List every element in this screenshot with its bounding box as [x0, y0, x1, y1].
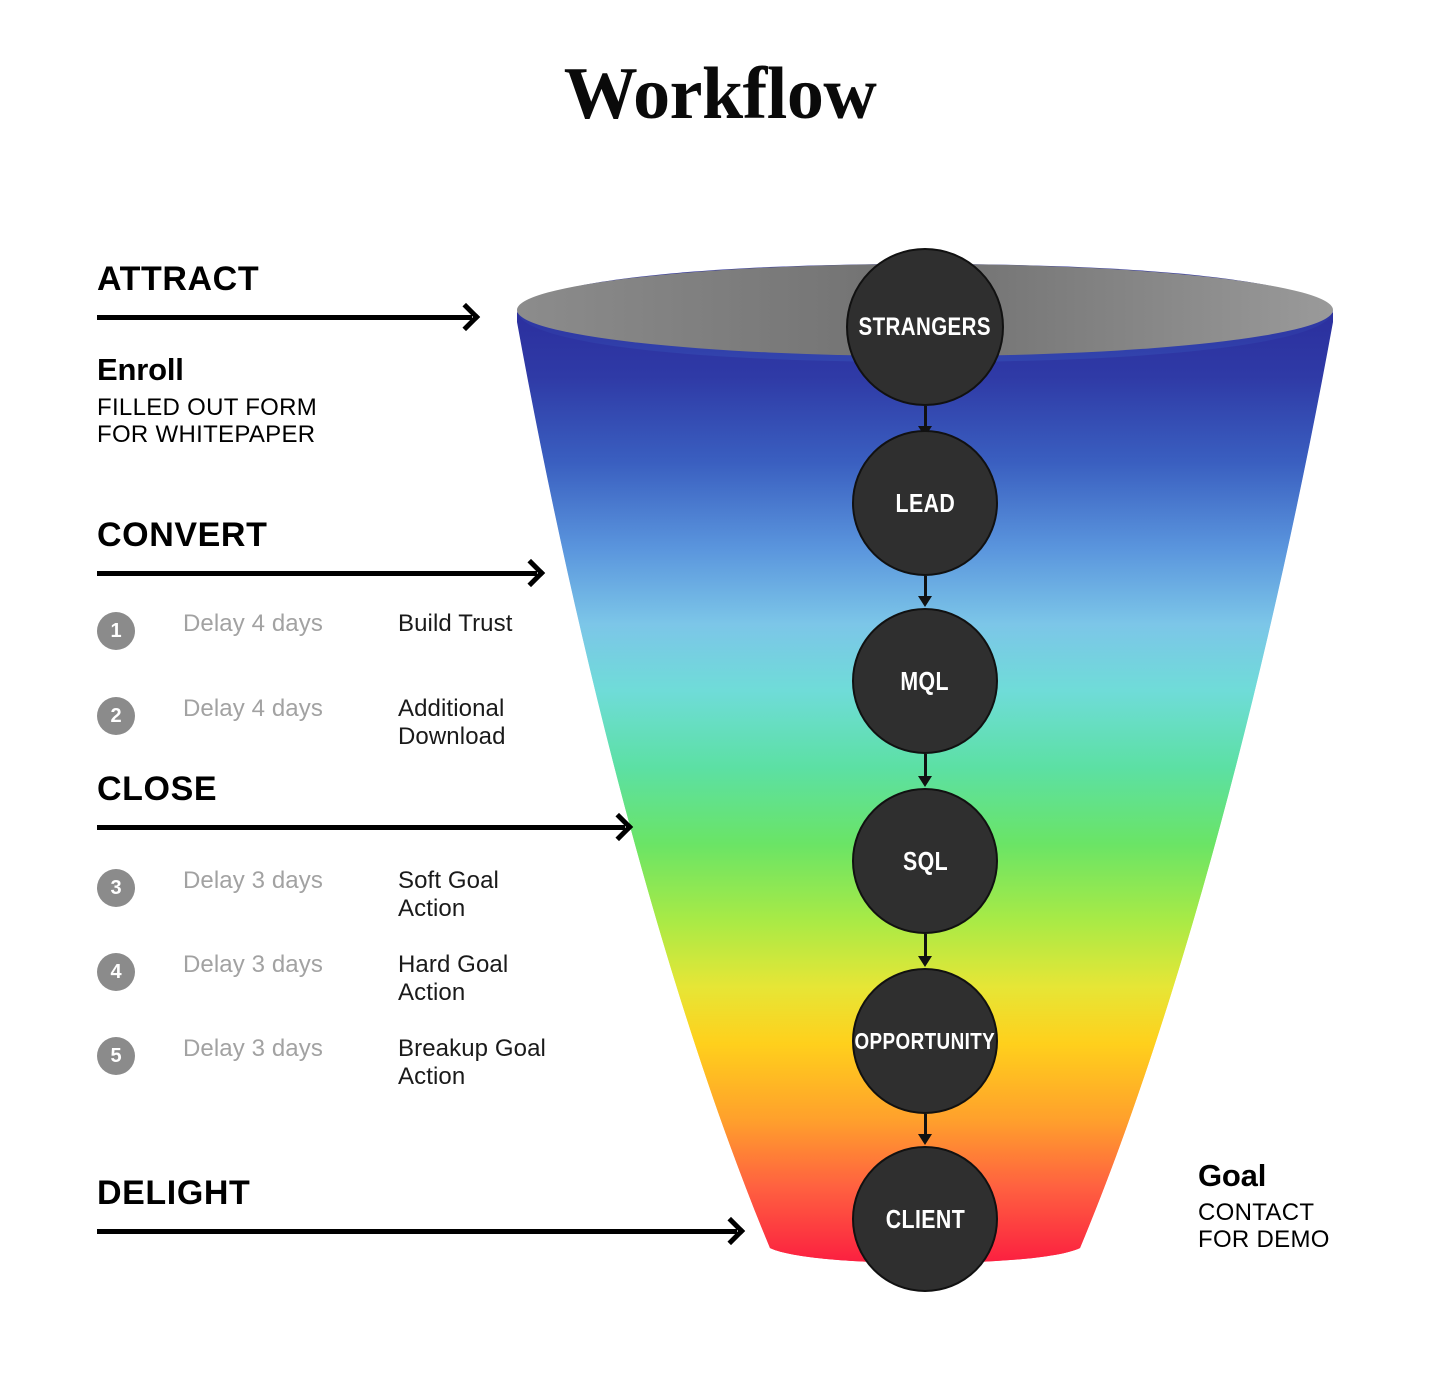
step-row: 5 Delay 3 days Breakup Goal Action — [97, 1035, 628, 1092]
stage-opportunity-label: OPPORTUNITY — [854, 1027, 996, 1054]
enroll-block: Enroll FILLED OUT FORM FOR WHITEPAPER — [97, 352, 317, 448]
goal-block: Goal CONTACT FOR DEMO — [1198, 1158, 1330, 1253]
stage-strangers-label: STRANGERS — [858, 312, 992, 341]
goal-line-1: CONTACT — [1198, 1199, 1315, 1226]
phase-delight-title: DELIGHT — [97, 1174, 251, 1212]
step-action: Breakup Goal Action — [398, 1035, 628, 1092]
step-action-line-1: Breakup Goal — [398, 1035, 546, 1062]
enroll-line-2: FOR WHITEPAPER — [97, 421, 316, 449]
stage-lead-label: LEAD — [895, 487, 955, 518]
step-delay: Delay 4 days — [183, 610, 323, 637]
step-action-line-1: Build Trust — [398, 610, 513, 637]
step-row: 4 Delay 3 days Hard Goal Action — [97, 951, 628, 1008]
step-delay: Delay 4 days — [183, 695, 323, 722]
enroll-description: FILLED OUT FORM FOR WHITEPAPER — [97, 394, 317, 448]
step-action-line-2: Download — [398, 723, 506, 751]
arrow-mql-to-sql — [915, 754, 935, 788]
stage-client[interactable]: CLIENT — [852, 1146, 998, 1292]
phase-convert: CONVERT — [97, 516, 546, 588]
step-action: Hard Goal Action — [398, 951, 628, 1008]
step-row: 1 Delay 4 days Build Trust — [97, 610, 628, 650]
step-action-line-1: Soft Goal — [398, 867, 499, 894]
step-action-line-2: Action — [398, 895, 466, 923]
step-number-badge: 4 — [97, 953, 135, 991]
phase-close-arrow — [97, 812, 634, 842]
step-number-badge: 1 — [97, 612, 135, 650]
step-action-line-2: Action — [398, 1063, 466, 1091]
step-action-line-2: Action — [398, 979, 466, 1007]
stage-opportunity[interactable]: OPPORTUNITY — [852, 968, 998, 1114]
goal-line-2: FOR DEMO — [1198, 1226, 1330, 1254]
phase-delight: DELIGHT — [97, 1174, 746, 1246]
step-action: Additional Download — [398, 695, 628, 752]
step-delay: Delay 3 days — [183, 867, 323, 894]
enroll-line-1: FILLED OUT FORM — [97, 394, 318, 421]
phase-close: CLOSE — [97, 770, 634, 842]
step-row: 3 Delay 3 days Soft Goal Action — [97, 867, 628, 924]
step-action: Build Trust — [398, 610, 628, 638]
goal-description: CONTACT FOR DEMO — [1198, 1199, 1330, 1253]
arrow-lead-to-mql — [915, 576, 935, 608]
phase-attract-title: ATTRACT — [97, 260, 260, 298]
stage-lead[interactable]: LEAD — [852, 430, 998, 576]
step-action-line-1: Additional — [398, 695, 505, 722]
arrow-sql-to-opportunity — [915, 934, 935, 968]
phase-attract: ATTRACT — [97, 260, 481, 332]
step-delay: Delay 3 days — [183, 951, 323, 978]
step-number-badge: 5 — [97, 1037, 135, 1075]
phase-convert-arrow — [97, 558, 546, 588]
phase-close-title: CLOSE — [97, 770, 218, 808]
stage-sql[interactable]: SQL — [852, 788, 998, 934]
stage-mql[interactable]: MQL — [852, 608, 998, 754]
stage-client-label: CLIENT — [885, 1203, 965, 1234]
stage-strangers[interactable]: STRANGERS — [846, 248, 1004, 406]
step-action: Soft Goal Action — [398, 867, 628, 924]
stage-mql-label: MQL — [900, 665, 950, 696]
step-delay: Delay 3 days — [183, 1035, 323, 1062]
phase-delight-arrow — [97, 1216, 746, 1246]
enroll-title: Enroll — [97, 352, 184, 387]
stage-sql-label: SQL — [902, 845, 948, 876]
step-action-line-1: Hard Goal — [398, 951, 509, 978]
goal-title: Goal — [1198, 1158, 1267, 1193]
workflow-diagram: Workflow STRANGERS LEAD MQL SQL OPPORTUN… — [0, 0, 1440, 1390]
phases-column: ATTRACT Enroll FILLED OUT FORM FOR WHITE… — [0, 0, 780, 1390]
step-number-badge: 2 — [97, 697, 135, 735]
phase-convert-title: CONVERT — [97, 516, 268, 554]
step-number-badge: 3 — [97, 869, 135, 907]
arrow-opportunity-to-client — [915, 1114, 935, 1146]
phase-attract-arrow — [97, 302, 481, 332]
step-row: 2 Delay 4 days Additional Download — [97, 695, 628, 752]
